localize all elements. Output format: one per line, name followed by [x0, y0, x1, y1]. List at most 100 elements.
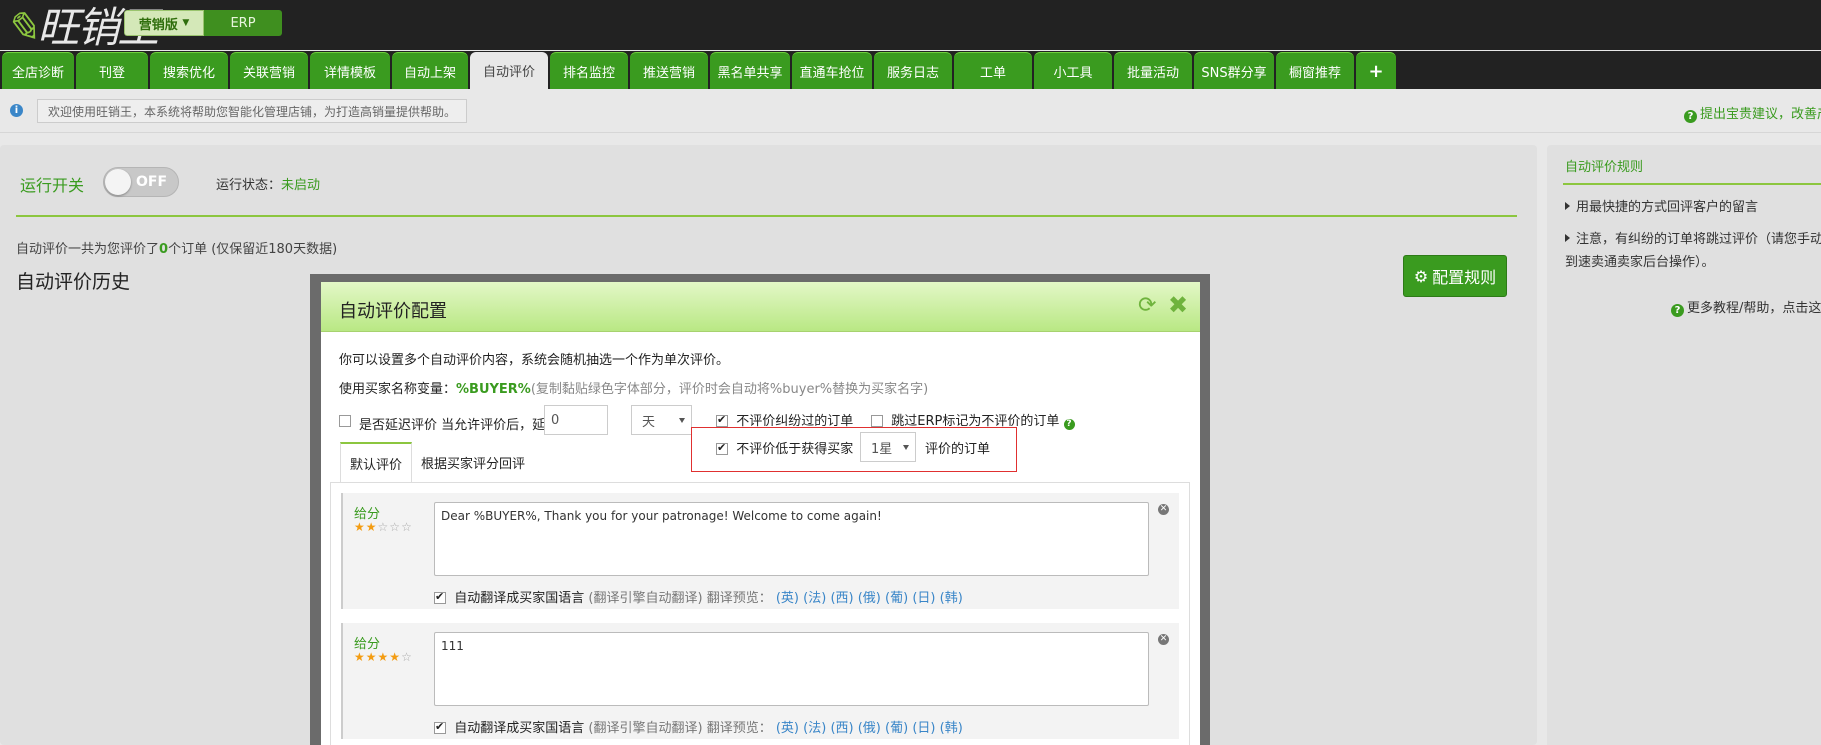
star-threshold-select[interactable]: 1星 — [860, 432, 916, 462]
tab-16[interactable]: SNS群分享 — [1194, 52, 1274, 89]
eval-item: 给分 ★★★★☆ ✕ 自动翻译成买家国语言 (翻译引擎自动翻译) 翻译预览： (… — [341, 623, 1179, 739]
version-erp-button[interactable]: ERP — [204, 10, 282, 36]
config-rules-button[interactable]: ⚙ 配置规则 — [1403, 255, 1507, 297]
tab-5[interactable]: 详情模板 — [310, 52, 390, 89]
delay-checkbox[interactable] — [339, 415, 351, 427]
translate-preview-link[interactable]: (英) — [776, 721, 799, 736]
notice-bar: i 欢迎使用旺销王，本系统将帮助您智能化管理店铺，为打造高销量提供帮助。 ? 提出… — [0, 89, 1821, 133]
help-link[interactable]: ? 更多教程/帮助，点击这里 — [1671, 297, 1821, 317]
low-star-tail: 评价的订单 — [925, 442, 991, 457]
star-filled-icon[interactable]: ★ — [389, 650, 401, 664]
translate-checkbox[interactable] — [434, 590, 446, 604]
translate-preview-link[interactable]: (葡) — [885, 721, 908, 736]
tab-13[interactable]: 工单 — [954, 52, 1032, 89]
skip-erp-checkbox[interactable] — [871, 415, 883, 427]
eval-items-panel: 给分 ★★☆☆☆ ✕ 自动翻译成买家国语言 (翻译引擎自动翻译) 翻译预览： (… — [330, 482, 1190, 745]
translate-checkbox[interactable] — [434, 720, 446, 734]
toggle-text: OFF — [136, 174, 168, 190]
translate-preview-link[interactable]: (西) — [830, 721, 853, 736]
run-switch-label: 运行开关 — [20, 176, 85, 195]
star-filled-icon[interactable]: ★ — [354, 520, 366, 534]
translate-preview-link[interactable]: (葡) — [885, 591, 908, 606]
star-filled-icon[interactable]: ★ — [366, 650, 378, 664]
close-icon[interactable]: ✖ — [1168, 291, 1188, 319]
history-title: 自动评价历史 — [16, 271, 131, 293]
tab-6[interactable]: 自动上架 — [392, 52, 468, 89]
version-switch[interactable]: 营销版 ▼ ERP — [124, 10, 282, 36]
remove-icon[interactable]: ✕ — [1158, 504, 1169, 515]
translate-preview-link[interactable]: (法) — [803, 721, 826, 736]
toggle-knob — [105, 169, 131, 195]
eval-text-input[interactable] — [434, 502, 1149, 576]
tab-score-based-eval[interactable]: 根据买家评分回评 — [412, 442, 534, 482]
star-empty-icon[interactable]: ☆ — [378, 520, 390, 534]
tab-7[interactable]: 自动评价 — [470, 52, 548, 89]
translate-preview-link[interactable]: (日) — [912, 591, 935, 606]
tab-10[interactable]: 黑名单共享 — [710, 52, 790, 89]
translate-preview-link[interactable]: (俄) — [858, 591, 881, 606]
bullet-icon — [1565, 202, 1570, 210]
skip-dispute-checkbox[interactable] — [716, 413, 728, 427]
low-star-option: 不评价低于获得买家 — [716, 438, 853, 457]
translate-preview-link[interactable]: (俄) — [858, 721, 881, 736]
main-tabs: 全店诊断 刊登 搜索优化 关联营销 详情模板 自动上架 自动评价 排名监控 推送营销 黑名单共享直… — [0, 51, 1821, 89]
help-icon: ? — [1684, 110, 1697, 123]
star-filled-icon[interactable]: ★ — [378, 650, 390, 664]
divider — [1563, 183, 1821, 185]
buyer-variable-hint: 使用买家名称变量：%BUYER%(复制黏贴绿色字体部分，评价时会自动将%buye… — [339, 382, 929, 397]
translate-preview-link[interactable]: (英) — [776, 591, 799, 606]
translate-preview-link[interactable]: (西) — [830, 591, 853, 606]
star-empty-icon[interactable]: ☆ — [389, 520, 401, 534]
tab-3[interactable]: 搜索优化 — [150, 52, 228, 89]
eval-item: 给分 ★★☆☆☆ ✕ 自动翻译成买家国语言 (翻译引擎自动翻译) 翻译预览： (… — [341, 493, 1179, 609]
tab-12[interactable]: 服务日志 — [874, 52, 952, 89]
sidebar-title: 自动评价规则 — [1565, 160, 1644, 175]
star-filled-icon[interactable]: ★ — [366, 520, 378, 534]
modal-header: 自动评价配置 ⟳ ✖ — [321, 282, 1200, 332]
star-empty-icon[interactable]: ☆ — [401, 650, 413, 664]
star-empty-icon[interactable]: ☆ — [401, 520, 413, 534]
translate-preview-link[interactable]: (法) — [803, 591, 826, 606]
top-bar: ✎旺销王 营销版 ▼ ERP — [0, 0, 1821, 52]
help-icon[interactable]: ? — [1063, 419, 1075, 430]
add-tab-button[interactable]: + — [1356, 52, 1396, 89]
translate-option: 自动翻译成买家国语言 (翻译引擎自动翻译) 翻译预览： (英) (法) (西) … — [434, 587, 963, 606]
divider — [16, 215, 1517, 217]
tab-11[interactable]: 直通车抢位 — [792, 52, 872, 89]
refresh-icon[interactable]: ⟳ — [1138, 293, 1156, 318]
welcome-message: 欢迎使用旺销王，本系统将帮助您智能化管理店铺，为打造高销量提供帮助。 — [37, 99, 468, 123]
run-status: 运行状态：未启动 — [216, 178, 321, 193]
tab-15[interactable]: 批量活动 — [1114, 52, 1192, 89]
star-rating[interactable]: ★★★★☆ — [354, 650, 413, 664]
delay-unit-select[interactable]: 天 — [631, 405, 692, 435]
translate-preview-link[interactable]: (韩) — [940, 591, 963, 606]
star-rating[interactable]: ★★☆☆☆ — [354, 520, 413, 534]
translate-preview-link[interactable]: (韩) — [940, 721, 963, 736]
tab-8[interactable]: 排名监控 — [550, 52, 628, 89]
tab-2[interactable]: 刊登 — [76, 52, 148, 89]
eval-subtabs: 默认评价 根据买家评分回评 — [340, 442, 534, 482]
tab-14[interactable]: 小工具 — [1034, 52, 1112, 89]
translate-preview-link[interactable]: (日) — [912, 721, 935, 736]
run-status-value: 未启动 — [281, 178, 321, 193]
eval-text-input[interactable] — [434, 632, 1149, 706]
run-toggle[interactable]: OFF — [103, 167, 179, 197]
suggestion-link[interactable]: ? 提出宝贵建议，改善产 — [1684, 103, 1821, 123]
tab-4[interactable]: 关联营销 — [230, 52, 308, 89]
bullet-icon — [1565, 234, 1570, 242]
tab-1[interactable]: 全店诊断 — [2, 52, 74, 89]
tab-17[interactable]: 橱窗推荐 — [1276, 52, 1354, 89]
delay-days-input[interactable] — [544, 405, 608, 435]
modal-title: 自动评价配置 — [339, 301, 447, 322]
evaluation-count: 0 — [159, 242, 169, 257]
modal-description: 你可以设置多个自动评价内容，系统会随机抽选一个作为单次评价。 — [339, 353, 730, 368]
tab-default-eval[interactable]: 默认评价 — [340, 442, 413, 482]
star-filled-icon[interactable]: ★ — [354, 650, 366, 664]
caret-down-icon: ▼ — [182, 18, 190, 28]
low-star-checkbox[interactable] — [716, 441, 728, 455]
sidebar-rule-2: 注意，有纠纷的订单将跳过评价（请您手动到速卖通卖家后台操作）。 — [1565, 232, 1821, 270]
version-marketing-button[interactable]: 营销版 ▼ — [124, 10, 204, 36]
tab-9[interactable]: 推送营销 — [630, 52, 708, 89]
evaluation-summary: 自动评价一共为您评价了0个订单 (仅保留近180天数据) — [16, 242, 338, 257]
remove-icon[interactable]: ✕ — [1158, 634, 1169, 645]
